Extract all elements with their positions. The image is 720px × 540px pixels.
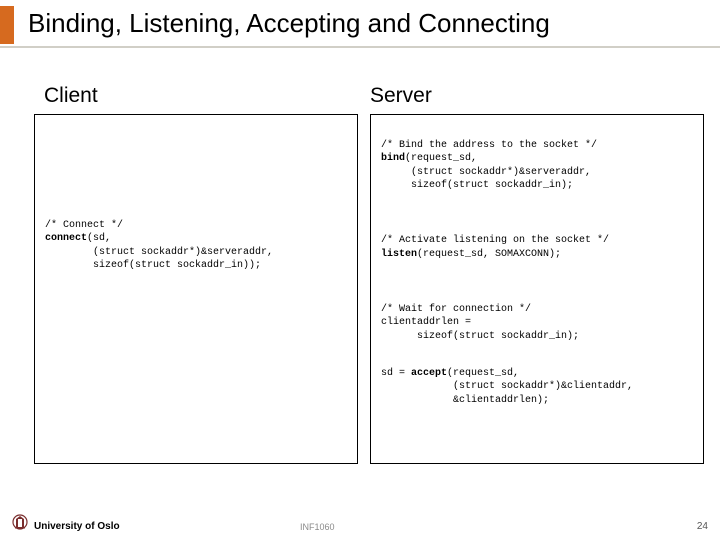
code-text: (request_sd, xyxy=(447,368,519,379)
code-keyword-bind: bind xyxy=(381,153,405,164)
slide-title: Binding, Listening, Accepting and Connec… xyxy=(28,8,550,39)
university-logo-icon xyxy=(12,514,28,534)
code-comment: /* Activate listening on the socket */ xyxy=(381,235,609,246)
code-text: (request_sd, SOMAXCONN); xyxy=(417,249,561,260)
server-label: Server xyxy=(370,84,432,108)
server-accept-block: sd = accept(request_sd, (struct sockaddr… xyxy=(381,367,693,408)
code-comment: /* Wait for connection */ xyxy=(381,304,531,315)
code-text: (struct sockaddr*)&clientaddr, xyxy=(381,381,633,392)
code-comment: /* Bind the address to the socket */ xyxy=(381,140,597,151)
server-listen-block: /* Activate listening on the socket */ l… xyxy=(381,234,693,261)
server-bind-block: /* Bind the address to the socket */ bin… xyxy=(381,139,693,193)
code-text: (request_sd, xyxy=(405,153,477,164)
slide: Binding, Listening, Accepting and Connec… xyxy=(0,0,720,540)
university-name: University of Oslo xyxy=(34,521,120,532)
code-text: (struct sockaddr*)&serveraddr, xyxy=(381,167,591,178)
code-text: clientaddrlen = xyxy=(381,317,471,328)
page-number: 24 xyxy=(697,521,708,532)
server-wait-block: /* Wait for connection */ clientaddrlen … xyxy=(381,303,693,344)
code-text: (sd, xyxy=(87,233,111,244)
title-accent xyxy=(0,6,14,44)
server-code-box: /* Bind the address to the socket */ bin… xyxy=(370,114,704,464)
title-bar: Binding, Listening, Accepting and Connec… xyxy=(0,2,720,48)
code-keyword-listen: listen xyxy=(381,249,417,260)
code-keyword-accept: accept xyxy=(411,368,447,379)
course-code: INF1060 xyxy=(300,522,335,532)
title-underline xyxy=(0,46,720,48)
code-text: (struct sockaddr*)&serveraddr, xyxy=(45,247,273,258)
code-text: sizeof(struct sockaddr_in)); xyxy=(45,260,261,271)
client-connect-block: /* Connect */ connect(sd, (struct sockad… xyxy=(45,219,347,273)
code-keyword-connect: connect xyxy=(45,233,87,244)
footer: University of Oslo INF1060 24 xyxy=(0,514,720,534)
client-label: Client xyxy=(44,84,98,108)
code-text: &clientaddrlen); xyxy=(381,395,549,406)
code-text: sd = xyxy=(381,368,411,379)
code-text: sizeof(struct sockaddr_in); xyxy=(381,331,579,342)
code-text: sizeof(struct sockaddr_in); xyxy=(381,180,573,191)
client-code-box: /* Connect */ connect(sd, (struct sockad… xyxy=(34,114,358,464)
code-comment: /* Connect */ xyxy=(45,220,123,231)
